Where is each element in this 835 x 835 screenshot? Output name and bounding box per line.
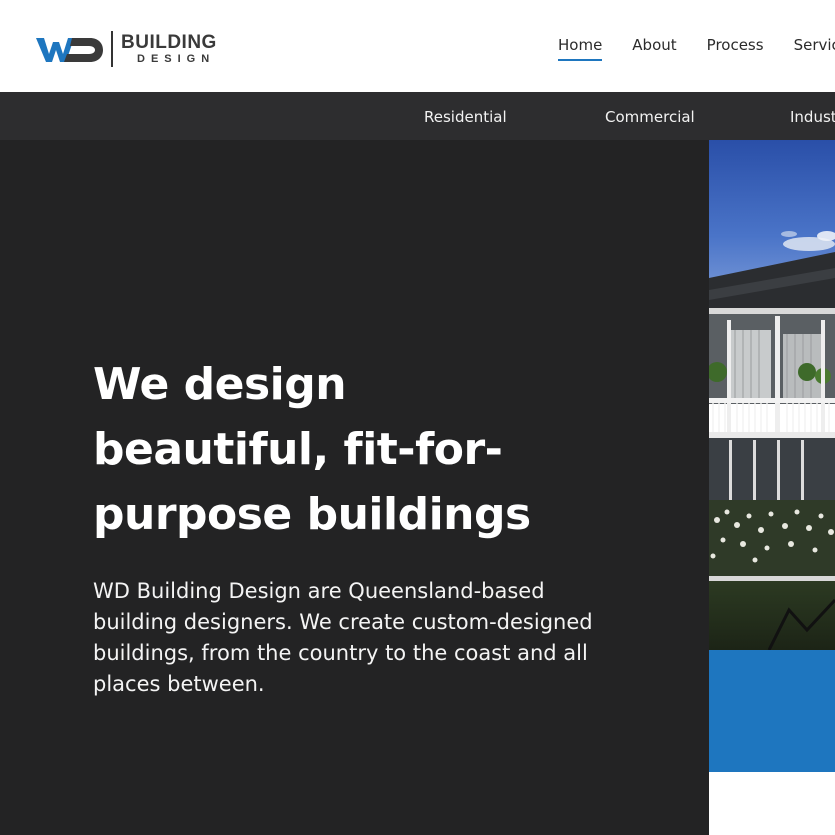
- main-nav: Home About Process Services: [558, 36, 835, 61]
- site-logo[interactable]: BUILDING DESIGN: [36, 31, 217, 67]
- logo-building-text: BUILDING: [121, 32, 217, 53]
- wd-logo-mark-icon: [36, 38, 103, 62]
- nav-process[interactable]: Process: [707, 36, 764, 61]
- hero-building-photo: [709, 140, 835, 650]
- nav-home[interactable]: Home: [558, 36, 603, 61]
- hero-section: We design beautiful, fit-for-purpose bui…: [0, 140, 709, 835]
- logo-wordmark: BUILDING DESIGN: [121, 33, 217, 65]
- logo-design-text: DESIGN: [137, 53, 216, 65]
- subnav-industrial[interactable]: Industrial: [790, 108, 835, 126]
- building-photo-illustration: [709, 140, 835, 650]
- sub-nav: Residential Commercial Industrial: [0, 92, 835, 140]
- nav-about[interactable]: About: [632, 36, 676, 61]
- hero-description: WD Building Design are Queensland-based …: [93, 579, 593, 696]
- nav-services[interactable]: Services: [794, 36, 835, 61]
- subnav-residential[interactable]: Residential: [424, 108, 507, 126]
- logo-divider: [111, 31, 113, 67]
- white-panel: [709, 772, 835, 835]
- subnav-commercial[interactable]: Commercial: [605, 108, 695, 126]
- blue-accent-panel: [709, 650, 835, 772]
- hero-title: We design beautiful, fit-for-purpose bui…: [93, 359, 531, 540]
- site-header: BUILDING DESIGN Home About Process Servi…: [0, 0, 835, 92]
